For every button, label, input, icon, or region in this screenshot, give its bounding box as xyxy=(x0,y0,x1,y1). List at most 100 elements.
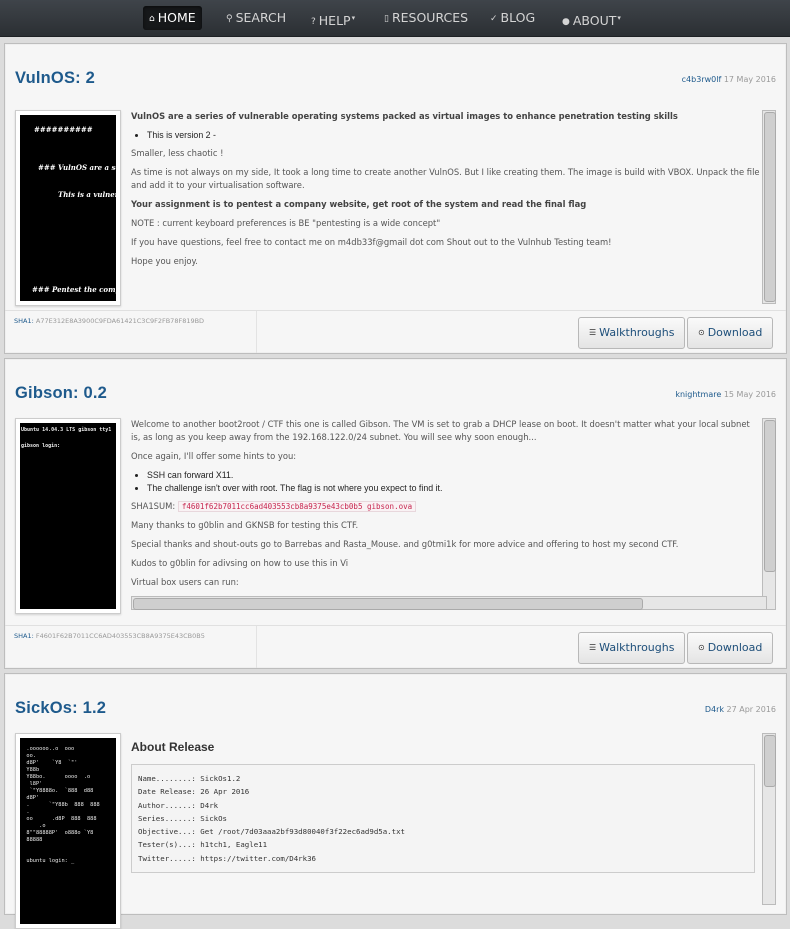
list-item: SSH can forward X11. xyxy=(147,469,761,482)
paragraph: Once again, I'll offer some hints to you… xyxy=(131,451,297,461)
paragraph: Smaller, less chaotic ! xyxy=(131,148,224,158)
vm-screenshot-thumbnail[interactable]: ########## ### VulnOS are a series This … xyxy=(15,110,121,306)
nav-resources-label: RESOURCES xyxy=(391,10,469,25)
description-vertical-scrollbar[interactable] xyxy=(762,733,776,905)
entry-footer: SHA1: A77E312E8A3900C9FDA61421C3C9F2FB78… xyxy=(5,310,786,353)
scrollbar-thumb[interactable] xyxy=(764,112,776,302)
divider xyxy=(256,626,257,668)
ascii-line: d8P' xyxy=(20,795,40,801)
sha1-label: SHA1: xyxy=(14,632,34,640)
file-icon: ▯ xyxy=(384,14,389,24)
nav-about-label: ABOUT xyxy=(572,13,617,28)
download-button[interactable]: ⊙ Download xyxy=(687,317,774,349)
entry-vulnos: VulnOS: 2 c4b3rw0lf 17 May 2016 ########… xyxy=(4,43,787,354)
about-release-heading: About Release xyxy=(131,740,215,754)
question-icon: ? xyxy=(311,17,316,27)
entry-sickos: SickOs: 1.2 D4rk 27 Apr 2016 .oooooo..o … xyxy=(4,673,787,929)
vm-screenshot-thumbnail[interactable]: .oooooo..o ooo oo. d8P' `Y8 `"' Y88b Y88… xyxy=(15,733,121,929)
author-link[interactable]: D4rk xyxy=(705,705,724,714)
nav-search[interactable]: ⚲ SEARCH xyxy=(220,6,292,30)
walkthroughs-label: Walkthroughs xyxy=(599,641,675,654)
entry-meta: knightmare 15 May 2016 xyxy=(675,390,776,399)
paragraph: Hope you enjoy. xyxy=(131,256,198,266)
walkthroughs-button[interactable]: ☰ Walkthroughs xyxy=(578,632,686,664)
nav-blog[interactable]: ✓ BLOG xyxy=(484,6,541,30)
paragraph: Welcome to another boot2root / CTF this … xyxy=(131,419,750,442)
nav-about[interactable]: ● ABOUT▾ xyxy=(556,6,627,30)
sha1-value: A77E312E8A3900C9FDA61421C3C9F2FB78F819BD xyxy=(35,317,205,325)
release-info-line: Author......: D4rk xyxy=(138,800,219,810)
intro-text: VulnOS are a series of vulnerable operat… xyxy=(131,111,678,121)
release-info-line: Twitter.....: https://twitter.com/D4rk36 xyxy=(138,853,316,863)
download-label: Download xyxy=(707,641,763,654)
thumbnail-text: ### VulnOS are a series xyxy=(38,163,116,172)
entry-title-link[interactable]: Gibson: 0.2 xyxy=(15,384,107,403)
sha1-label: SHA1: xyxy=(14,317,34,325)
nav-resources[interactable]: ▯ RESOURCES xyxy=(378,6,474,30)
release-info-line: Tester(s)...: h1tch1, Eagle11 xyxy=(138,840,268,850)
paragraph: Special thanks and shout-outs go to Barr… xyxy=(131,539,679,549)
ascii-art: .oooooo..o ooo oo. d8P' `Y8 `"' Y88b Y88… xyxy=(20,746,99,865)
thumbnail-text: gibson login: xyxy=(21,443,61,449)
check-icon: ✓ xyxy=(490,14,498,24)
release-info-line: Name........: SickOs1.2 xyxy=(138,774,241,783)
entry-title-link[interactable]: VulnOS: 2 xyxy=(15,69,95,88)
description-vertical-scrollbar[interactable] xyxy=(762,110,776,304)
download-icon: ⊙ xyxy=(698,328,705,337)
entry-meta: D4rk 27 Apr 2016 xyxy=(705,705,776,714)
walkthroughs-button[interactable]: ☰ Walkthroughs xyxy=(578,317,686,349)
nav-search-label: SEARCH xyxy=(235,10,287,25)
entry-meta: c4b3rw0lf 17 May 2016 xyxy=(682,75,776,84)
scrollbar-thumb[interactable] xyxy=(764,420,776,572)
caret-down-icon: ▾ xyxy=(617,14,621,22)
download-button[interactable]: ⊙ Download xyxy=(687,632,774,664)
ascii-line: Y88b xyxy=(20,767,40,773)
search-icon: ⚲ xyxy=(226,14,233,24)
release-info-line: Objective...: Get /root/7d03aaa2bf93d800… xyxy=(138,827,405,837)
paragraph: NOTE : current keyboard preferences is B… xyxy=(131,218,441,228)
ascii-line: Y88bo. oooo .o xyxy=(20,774,91,780)
release-info-line: Date Release: 26 Apr 2016 xyxy=(138,787,250,797)
author-link[interactable]: c4b3rw0lf xyxy=(682,75,722,84)
ascii-line: l8P' xyxy=(20,781,43,787)
release-info-block: Name........: SickOs1.2 Date Release: 26… xyxy=(131,764,755,874)
paragraph: As time is not always on my side, It too… xyxy=(131,167,760,190)
list-item: This is version 2 - xyxy=(147,129,761,142)
walkthroughs-label: Walkthroughs xyxy=(599,326,675,339)
ascii-line: `"Y8888o. `888 d88 xyxy=(20,788,94,794)
release-info-line: Series......: SickOs xyxy=(138,813,227,823)
hint-list: SSH can forward X11. The challenge isn't… xyxy=(147,469,761,495)
list-icon: ☰ xyxy=(589,328,597,337)
caret-down-icon: ▾ xyxy=(351,14,356,22)
download-label: Download xyxy=(707,326,763,339)
list-icon: ☰ xyxy=(589,643,597,652)
scrollbar-thumb[interactable] xyxy=(764,735,776,787)
author-link[interactable]: knightmare xyxy=(675,390,721,399)
sha1-hash: SHA1: A77E312E8A3900C9FDA61421C3C9F2FB78… xyxy=(14,317,204,325)
ascii-line: d8P' `Y8 `"' xyxy=(20,760,78,766)
nav-home-label: HOME xyxy=(157,10,196,25)
ascii-line: oo. xyxy=(20,753,36,759)
description-horizontal-scrollbar[interactable] xyxy=(131,596,767,610)
ascii-line: oo .d8P 888 888 xyxy=(20,816,97,822)
nav-home[interactable]: ⌂ HOME xyxy=(143,6,202,30)
ascii-line: .o xyxy=(20,823,46,829)
entry-gibson: Gibson: 0.2 knightmare 15 May 2016 Ubunt… xyxy=(4,358,787,669)
ascii-line: ubuntu login: _ xyxy=(20,858,75,864)
entry-description: VulnOS are a series of vulnerable operat… xyxy=(131,110,761,304)
entry-footer: SHA1: F4601F62B7011CC6AD403553CB8A9375E4… xyxy=(5,625,786,668)
nav-help[interactable]: ? HELP▾ xyxy=(305,6,361,30)
release-date: 17 May 2016 xyxy=(723,75,776,84)
thumbnail-text: Ubuntu 14.04.3 LTS gibson tty1 xyxy=(21,427,112,433)
vm-screenshot: .oooooo..o ooo oo. d8P' `Y8 `"' Y88b Y88… xyxy=(20,738,116,924)
list-item: The challenge isn't over with root. The … xyxy=(147,482,761,495)
top-navbar: ⌂ HOME ⚲ SEARCH ? HELP▾ ▯ RESOURCES ✓ BLOG ● A… xyxy=(0,0,790,37)
sha1sum-label: SHA1SUM: xyxy=(131,501,176,511)
scrollbar-thumb[interactable] xyxy=(133,598,643,610)
description-vertical-scrollbar[interactable] xyxy=(762,418,776,610)
thumbnail-text: ### Pentest the company xyxy=(32,285,116,294)
ascii-line: .oooooo..o ooo xyxy=(20,746,75,752)
entry-title-link[interactable]: SickOs: 1.2 xyxy=(15,699,106,718)
home-icon: ⌂ xyxy=(149,14,155,24)
vm-screenshot-thumbnail[interactable]: Ubuntu 14.04.3 LTS gibson tty1 gibson lo… xyxy=(15,418,121,614)
